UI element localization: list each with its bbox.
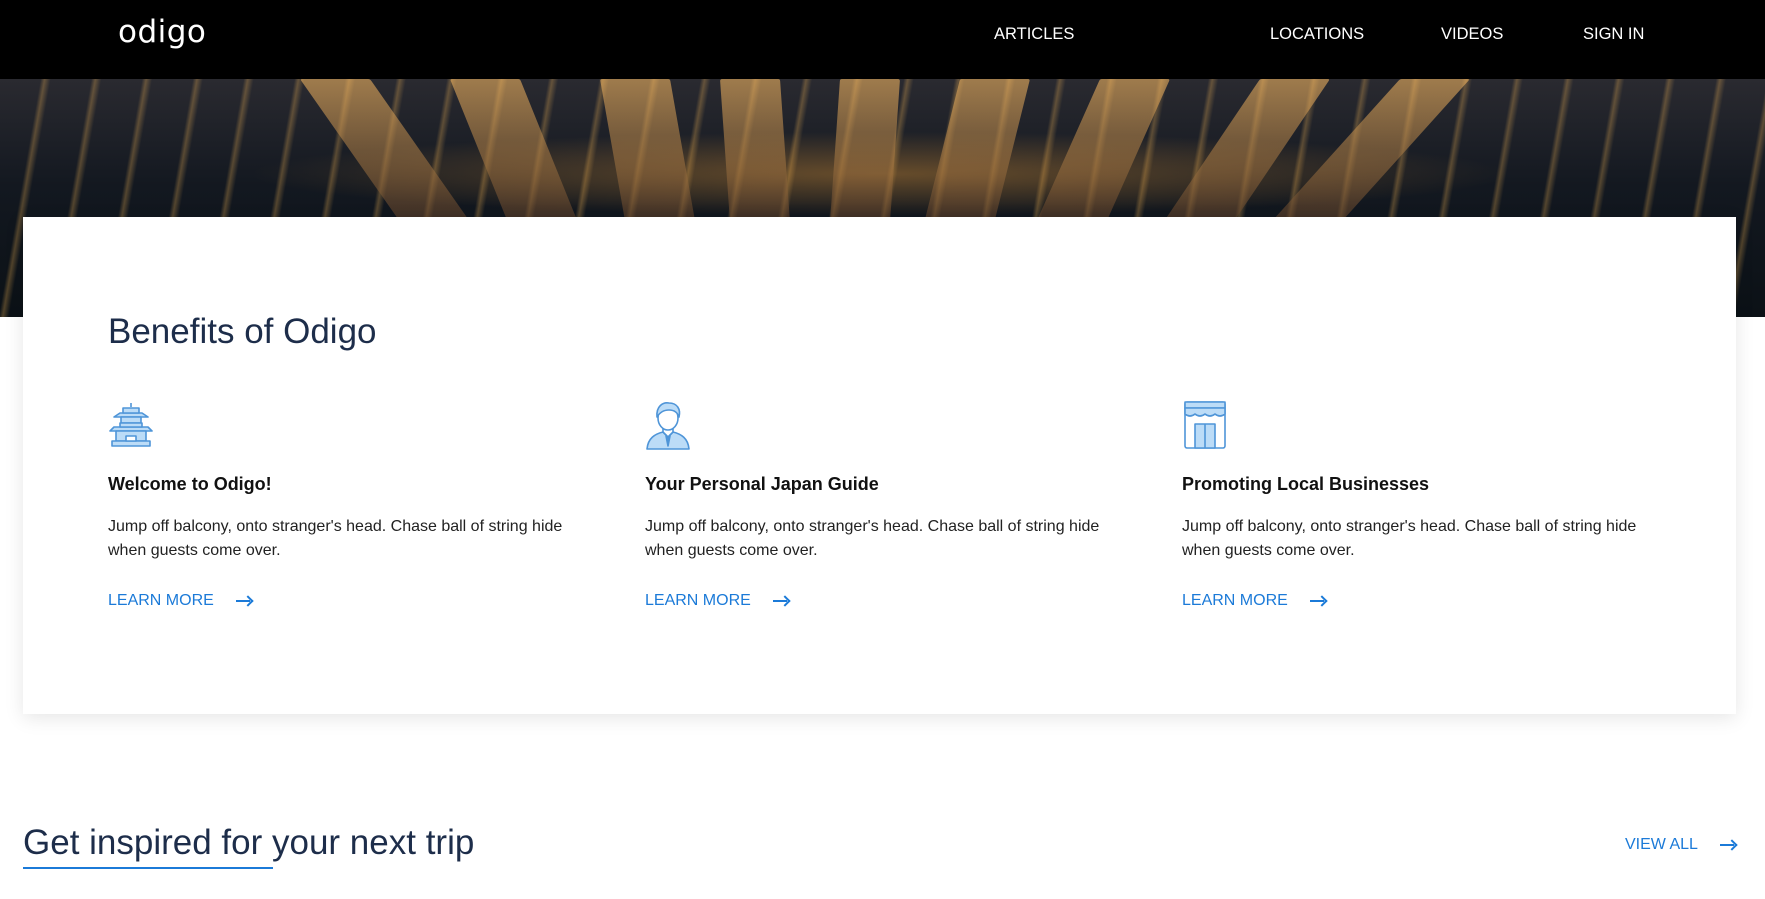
benefit-personal-guide: Your Personal Japan Guide Jump off balco… xyxy=(645,400,1105,610)
nav-videos[interactable]: VIDEOS xyxy=(1441,25,1503,44)
learn-more-link[interactable]: LEARN MORE xyxy=(1182,592,1327,610)
odigo-logo[interactable]: odigo xyxy=(118,14,206,50)
arrow-right-icon xyxy=(235,596,253,606)
title-underline xyxy=(23,867,273,869)
view-all-label: VIEW ALL xyxy=(1625,836,1698,853)
nav-sign-in[interactable]: SIGN IN xyxy=(1583,25,1644,44)
arrow-right-icon xyxy=(1719,840,1737,850)
learn-more-label: LEARN MORE xyxy=(108,592,214,609)
benefit-title: Welcome to Odigo! xyxy=(108,474,272,494)
benefit-welcome: Welcome to Odigo! Jump off balcony, onto… xyxy=(108,400,568,610)
benefits-card: Benefits of Odigo Welcome to Odigo! Jump… xyxy=(23,217,1736,714)
nav-articles[interactable]: ARTICLES xyxy=(994,25,1074,44)
nav-locations[interactable]: LOCATIONS xyxy=(1270,25,1364,44)
hero-piers-decoration xyxy=(0,79,1765,217)
benefit-text: Jump off balcony, onto stranger's head. … xyxy=(108,518,563,559)
inspired-title: Get inspired for your next trip xyxy=(23,823,475,862)
benefit-title: Your Personal Japan Guide xyxy=(645,474,879,494)
learn-more-label: LEARN MORE xyxy=(645,592,751,609)
view-all-link[interactable]: VIEW ALL xyxy=(1625,836,1737,854)
benefits-title: Benefits of Odigo xyxy=(108,312,377,351)
benefit-text: Jump off balcony, onto stranger's head. … xyxy=(1182,518,1637,559)
benefit-text: Jump off balcony, onto stranger's head. … xyxy=(645,518,1100,559)
benefit-local-businesses: Promoting Local Businesses Jump off balc… xyxy=(1182,400,1642,610)
arrow-right-icon xyxy=(1309,596,1327,606)
top-navigation-bar: odigo ARTICLES LOCATIONS VIDEOS SIGN IN xyxy=(0,0,1765,79)
storefront-icon xyxy=(1184,401,1226,449)
arrow-right-icon xyxy=(772,596,790,606)
guide-person-icon xyxy=(646,402,690,450)
learn-more-label: LEARN MORE xyxy=(1182,592,1288,609)
learn-more-link[interactable]: LEARN MORE xyxy=(108,592,253,610)
learn-more-link[interactable]: LEARN MORE xyxy=(645,592,790,610)
pagoda-icon xyxy=(109,403,153,447)
benefit-title: Promoting Local Businesses xyxy=(1182,474,1430,494)
